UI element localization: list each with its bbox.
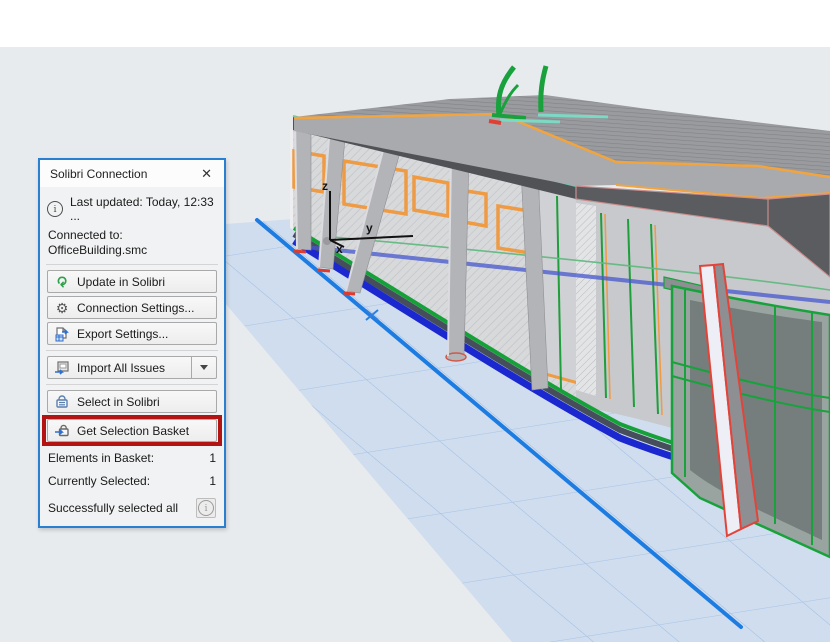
axis-label-z: z (322, 179, 328, 193)
connected-to-label: Connected to: (48, 228, 217, 243)
import-all-issues-splitbutton: Import All Issues (47, 356, 217, 379)
dialog-title: Solibri Connection (50, 167, 147, 181)
update-in-solibri-button[interactable]: ⟳ Update in Solibri (47, 270, 217, 293)
axis-label-y: y (366, 221, 373, 235)
separator (46, 350, 218, 351)
close-icon[interactable]: ✕ (197, 165, 216, 182)
separator (46, 264, 218, 265)
connection-settings-label: Connection Settings... (77, 301, 194, 315)
get-selection-basket-label: Get Selection Basket (77, 424, 189, 438)
get-selection-basket-button[interactable]: Get Selection Basket (47, 419, 217, 442)
top-toolbar-strip (0, 0, 830, 47)
currently-selected-value: 1 (209, 474, 216, 488)
info-icon: i (198, 500, 214, 516)
export-icon (54, 326, 70, 342)
status-row: Successfully selected all i (48, 498, 216, 518)
app-root: { "dialog": { "title": "Solibri Connecti… (0, 0, 830, 642)
highlighted-action: Get Selection Basket (43, 419, 221, 442)
import-all-issues-label: Import All Issues (77, 361, 165, 375)
select-in-solibri-label: Select in Solibri (77, 395, 160, 409)
connection-settings-button[interactable]: ⚙ Connection Settings... (47, 296, 217, 319)
rooftop-teal-strip-2 (538, 115, 608, 117)
currently-selected-row: Currently Selected: 1 (48, 474, 216, 488)
status-info-button[interactable]: i (196, 498, 216, 518)
export-settings-button[interactable]: Export Settings... (47, 322, 217, 345)
import-icon (54, 360, 70, 376)
connected-file-name: OfficeBuilding.smc (48, 243, 217, 258)
solibri-connection-dialog: Solibri Connection ✕ i Last updated: Tod… (38, 158, 226, 528)
separator (46, 384, 218, 385)
axis-label-x: x (336, 242, 343, 256)
refresh-icon: ⟳ (54, 274, 70, 290)
status-text: Successfully selected all (48, 501, 178, 515)
elements-in-basket-row: Elements in Basket: 1 (48, 451, 216, 465)
import-dropdown-button[interactable] (191, 356, 217, 379)
rooftop-red-mark (489, 121, 501, 123)
import-all-issues-button[interactable]: Import All Issues (47, 356, 191, 379)
info-icon: i (47, 201, 63, 217)
chevron-down-icon (200, 365, 208, 370)
elements-in-basket-value: 1 (209, 451, 216, 465)
basket-icon (54, 394, 70, 410)
select-in-solibri-button[interactable]: Select in Solibri (47, 390, 217, 413)
export-settings-label: Export Settings... (77, 327, 168, 341)
rooftop-teal-strip (500, 120, 560, 122)
basket-arrow-icon (54, 423, 70, 439)
gear-icon: ⚙ (54, 300, 70, 316)
update-in-solibri-label: Update in Solibri (77, 275, 165, 289)
dialog-titlebar[interactable]: Solibri Connection ✕ (40, 160, 224, 187)
elements-in-basket-label: Elements in Basket: (48, 451, 154, 465)
corner-hatch-strip (576, 203, 596, 396)
currently-selected-label: Currently Selected: (48, 474, 150, 488)
last-updated-text: Last updated: Today, 12:33 ... (70, 195, 217, 223)
